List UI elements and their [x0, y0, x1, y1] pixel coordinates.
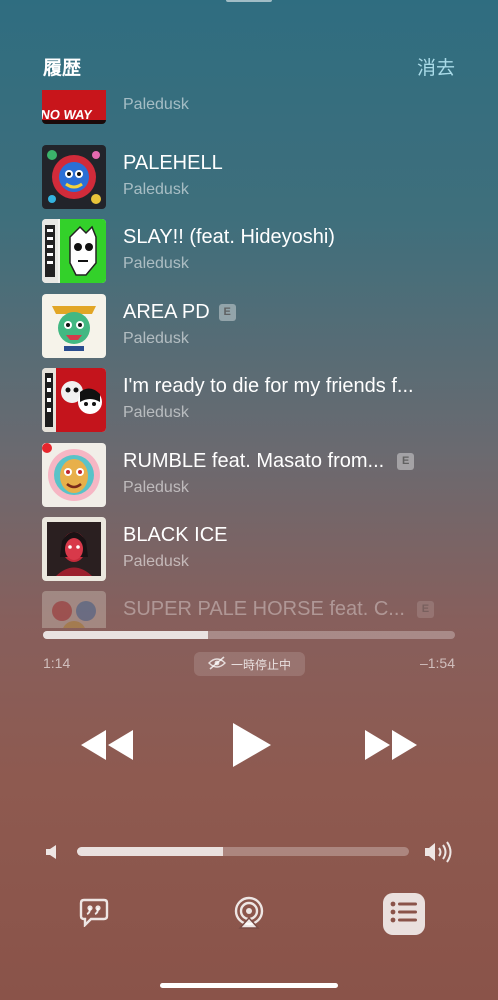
list-item[interactable]: BLACK ICE Paledusk — [42, 517, 462, 581]
track-title: SUPER PALE HORSE feat. C... E — [123, 598, 462, 621]
album-art — [42, 145, 106, 209]
album-art — [42, 219, 106, 283]
album-art — [42, 517, 106, 581]
history-header: 履歴 消去 — [43, 52, 455, 80]
track-title: BLACK ICE — [123, 524, 228, 546]
list-item[interactable]: SLAY!! (feat. Hideyoshi) Paledusk — [42, 219, 462, 283]
rewind-button[interactable] — [78, 726, 136, 768]
list-item[interactable]: PALEHELL Paledusk — [42, 145, 462, 209]
paused-status-label: 一時停止中 — [230, 657, 291, 672]
album-art — [42, 443, 106, 507]
explicit-badge: E — [218, 304, 236, 321]
paused-status-icon — [207, 655, 226, 673]
track-artist: Paledusk — [123, 553, 189, 570]
track-title: SLAY!! (feat. Hideyoshi) — [123, 226, 335, 248]
queue-list-icon — [390, 900, 418, 929]
list-item[interactable]: SUPER PALE HORSE feat. C... E — [42, 591, 462, 628]
volume-fill — [77, 847, 224, 856]
volume-slider[interactable] — [77, 847, 409, 856]
explicit-badge: E — [397, 453, 415, 470]
album-art — [42, 294, 106, 358]
album-art: NO WAY — [42, 90, 106, 124]
album-art — [42, 368, 106, 432]
list-item[interactable]: RUMBLE feat. Masato from... E Paledusk — [42, 443, 462, 507]
history-list[interactable]: NO WAY Paledusk PALEHELL Paledusk SLAY!!… — [0, 90, 498, 628]
home-indicator[interactable] — [160, 983, 338, 988]
sheet-grabber[interactable] — [226, 0, 272, 2]
airplay-button[interactable] — [230, 896, 268, 934]
lyrics-button[interactable] — [76, 896, 112, 932]
rewind-icon — [79, 728, 135, 767]
elapsed-time: 1:14 — [43, 655, 71, 671]
list-item[interactable]: I'm ready to die for my friends f... Pal… — [42, 368, 462, 432]
track-artist: Paledusk — [123, 96, 189, 113]
playback-progress-fill — [43, 631, 208, 639]
lyrics-icon — [79, 897, 109, 932]
track-artist: Paledusk — [123, 255, 189, 272]
track-artist: Paledusk — [123, 181, 189, 198]
list-item[interactable]: AREA PD E Paledusk — [42, 294, 462, 358]
play-icon — [229, 721, 273, 774]
paused-status-badge: 一時停止中 — [194, 652, 305, 676]
track-title: RUMBLE feat. Masato from... E — [123, 450, 462, 473]
album-art-label: NO WAY — [42, 107, 93, 122]
speaker-high-icon — [423, 840, 455, 864]
list-item[interactable]: NO WAY Paledusk — [42, 90, 462, 124]
track-artist: Paledusk — [123, 404, 189, 421]
track-title: I'm ready to die for my friends f... — [123, 375, 414, 397]
track-title: PALEHELL — [123, 152, 223, 174]
airplay-icon — [232, 896, 266, 935]
track-title: AREA PD E — [123, 301, 462, 324]
play-button[interactable] — [226, 720, 276, 774]
track-artist: Paledusk — [123, 479, 189, 496]
history-title: 履歴 — [43, 57, 82, 79]
album-art — [42, 591, 106, 628]
remaining-time: –1:54 — [419, 655, 455, 671]
track-artist: Paledusk — [123, 330, 189, 347]
fast-forward-icon — [363, 728, 419, 767]
explicit-badge: E — [416, 601, 434, 618]
queue-button[interactable] — [383, 893, 425, 935]
fast-forward-button[interactable] — [362, 726, 420, 768]
clear-history-button[interactable]: 消去 — [417, 53, 455, 80]
speaker-low-icon — [43, 842, 61, 862]
playback-scrubber[interactable] — [43, 631, 455, 639]
